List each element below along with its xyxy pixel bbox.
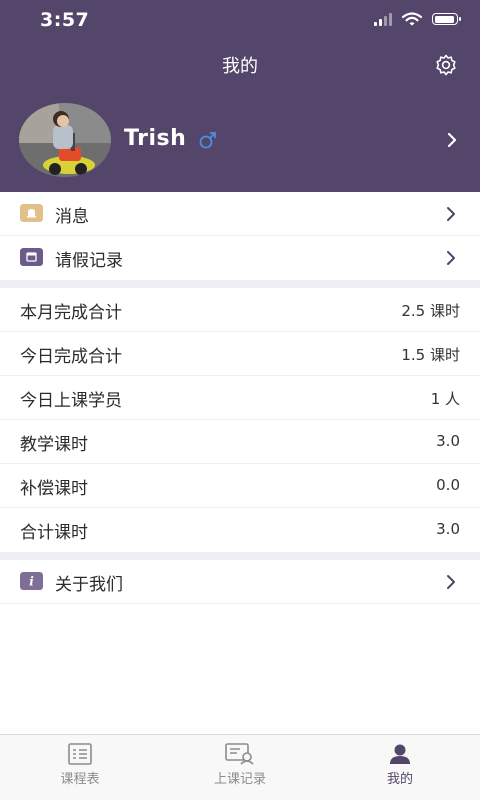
profile-row[interactable]: Trish xyxy=(0,100,480,180)
menu-list-top: 消息 请假记录 本月完成合计 2.5 课时 今日完成合计 1.5 课时 今日上课… xyxy=(0,192,480,604)
tab-label: 课程表 xyxy=(60,772,100,787)
gear-icon[interactable] xyxy=(434,53,458,77)
tab-mine[interactable]: 我的 xyxy=(320,735,480,800)
chevron-right-icon xyxy=(447,251,455,265)
tab-class-records[interactable]: 上课记录 xyxy=(160,735,320,800)
stat-label: 今日上课学员 xyxy=(20,391,122,411)
stat-value: 3.0 xyxy=(436,432,460,450)
calendar-icon xyxy=(20,248,43,266)
menu-item-label: 关于我们 xyxy=(55,575,123,595)
stat-value: 0.0 xyxy=(436,476,460,494)
stat-label: 合计课时 xyxy=(20,523,88,543)
chevron-right-icon xyxy=(447,575,455,589)
status-icons xyxy=(374,12,461,26)
stat-label: 教学课时 xyxy=(20,435,88,455)
menu-item-label: 消息 xyxy=(55,207,89,227)
menu-item-messages[interactable]: 消息 xyxy=(0,192,480,236)
section-divider xyxy=(0,280,480,288)
stat-value: 1.5 课时 xyxy=(401,346,460,364)
stat-label: 本月完成合计 xyxy=(20,303,122,323)
wifi-icon xyxy=(402,12,422,26)
bell-icon xyxy=(20,204,43,222)
signal-icon xyxy=(374,12,392,26)
class-record-icon xyxy=(225,743,254,765)
stat-value: 3.0 xyxy=(436,520,460,538)
page-title: 我的 xyxy=(222,56,258,77)
menu-item-leave-records[interactable]: 请假记录 xyxy=(0,236,480,280)
svg-text:i: i xyxy=(29,575,34,589)
stat-label: 补偿课时 xyxy=(20,479,88,499)
tab-schedule[interactable]: 课程表 xyxy=(0,735,160,800)
chevron-right-icon[interactable] xyxy=(446,131,458,149)
info-icon: i xyxy=(20,572,43,590)
stat-row: 教学课时 3.0 xyxy=(0,420,480,464)
avatar[interactable] xyxy=(19,103,111,177)
tab-label: 我的 xyxy=(386,772,413,787)
battery-icon xyxy=(432,13,461,25)
tab-label: 上课记录 xyxy=(213,772,266,787)
profile-icon xyxy=(390,744,410,764)
menu-item-about-us[interactable]: i 关于我们 xyxy=(0,560,480,604)
stat-value: 2.5 课时 xyxy=(401,302,460,320)
menu-item-label: 请假记录 xyxy=(55,251,123,271)
section-divider xyxy=(0,552,480,560)
profile-header: 3:57 我的 Trish xyxy=(0,0,480,192)
username: Trish xyxy=(124,126,187,151)
stat-row: 今日上课学员 1 人 xyxy=(0,376,480,420)
stat-row: 本月完成合计 2.5 课时 xyxy=(0,288,480,332)
stat-row: 合计课时 3.0 xyxy=(0,508,480,552)
chevron-right-icon xyxy=(447,207,455,221)
status-bar: 3:57 xyxy=(0,0,480,42)
stat-row: 补偿课时 0.0 xyxy=(0,464,480,508)
stat-value: 1 人 xyxy=(430,390,460,408)
bottom-tab-bar: 课程表 上课记录 我的 xyxy=(0,734,480,800)
status-time: 3:57 xyxy=(40,9,90,31)
schedule-icon xyxy=(68,743,92,765)
male-gender-icon xyxy=(199,132,216,149)
stat-label: 今日完成合计 xyxy=(20,347,122,367)
stat-row: 今日完成合计 1.5 课时 xyxy=(0,332,480,376)
